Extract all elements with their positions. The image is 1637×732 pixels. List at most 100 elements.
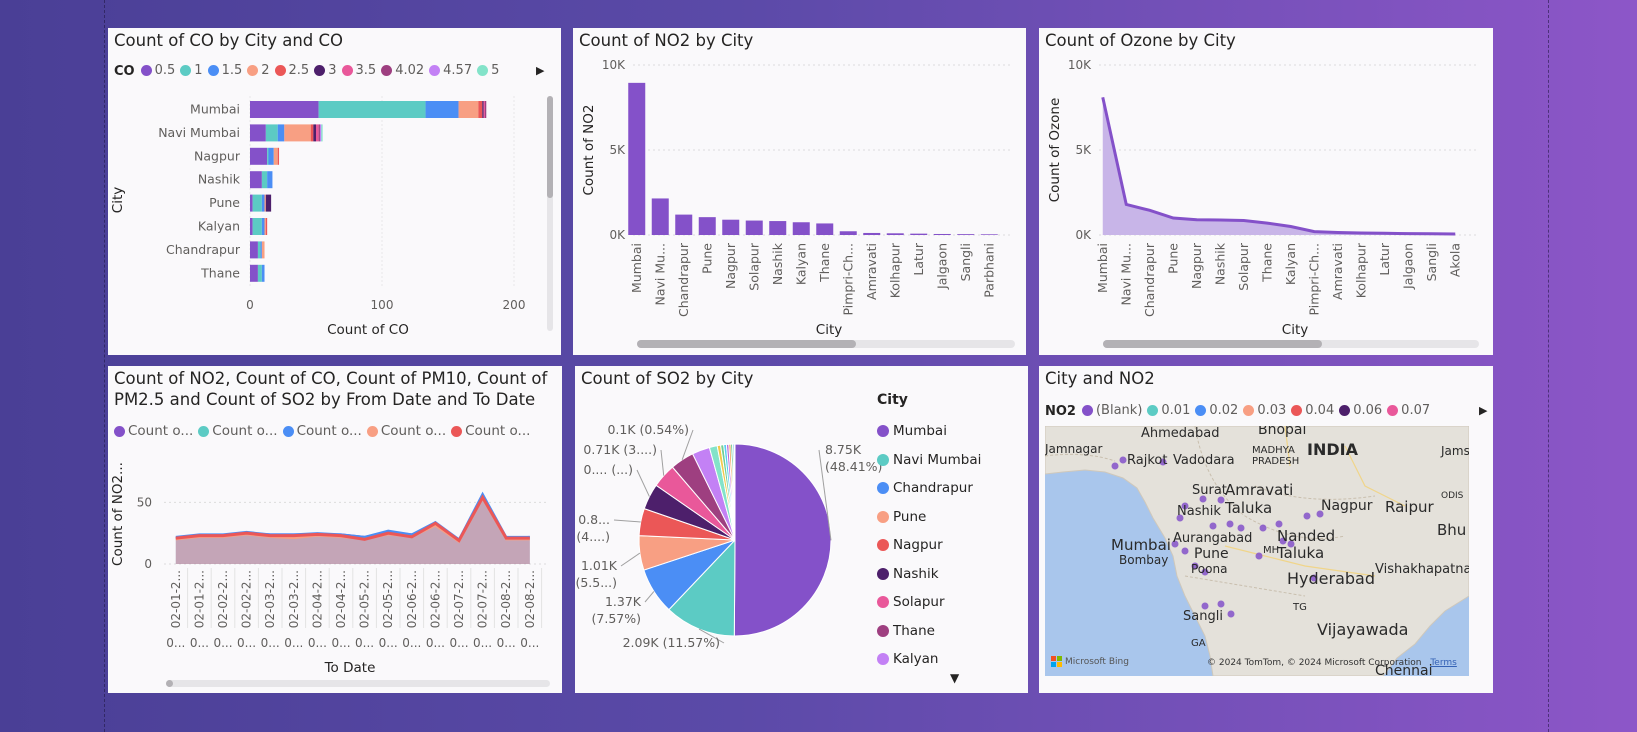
bar-segment[interactable] (267, 147, 269, 165)
legend-item[interactable]: (Blank) (1081, 403, 1142, 418)
legend-item[interactable]: 0.02 (1195, 403, 1238, 418)
legend-item[interactable]: 3.5 (341, 63, 376, 78)
multi-horizontal-scrollbar[interactable] (166, 680, 550, 687)
bar[interactable] (628, 82, 646, 235)
legend-item[interactable]: Mumbai (877, 417, 981, 446)
bar-segment[interactable] (484, 101, 487, 118)
ozone-by-city-visual[interactable]: Count of Ozone by City 0K 5K 10K Mumbai Navi… (1039, 28, 1493, 355)
so2-by-city-visual[interactable]: Count of SO2 by City 8.75K (48.41%) 2.09K … (575, 366, 1028, 693)
map-bubble[interactable] (1226, 520, 1234, 528)
ozone-horizontal-scrollbar[interactable] (1103, 340, 1479, 348)
legend-item[interactable]: 2.5 (274, 63, 309, 78)
co-vertical-scrollbar[interactable] (547, 96, 553, 331)
legend-item[interactable]: 0.5 (140, 63, 175, 78)
bar-segment[interactable] (261, 218, 265, 235)
legend-item[interactable]: Pune (877, 503, 981, 532)
legend-item[interactable]: 5 (477, 63, 499, 78)
bar-segment[interactable] (483, 101, 485, 118)
bar-segment[interactable] (284, 124, 311, 142)
city-no2-map-visual[interactable]: City and NO2 NO2 (Blank) 0.01 0.02 0.03 0.04… (1039, 366, 1493, 693)
map-bubble[interactable] (1181, 547, 1189, 555)
map-bubble[interactable] (1259, 524, 1267, 532)
legend-item[interactable]: Navi Mumbai (877, 446, 981, 475)
bar[interactable] (745, 220, 763, 235)
bar[interactable] (933, 233, 951, 235)
bar-segment[interactable] (268, 147, 274, 165)
bar-segment[interactable] (277, 147, 280, 165)
bar[interactable] (863, 232, 881, 235)
bar[interactable] (651, 198, 669, 235)
bar-segment[interactable] (252, 194, 262, 212)
bar-segment[interactable] (318, 101, 426, 118)
legend-item[interactable]: Nagpur (877, 531, 981, 560)
map-canvas[interactable]: Bhopal Ahmedabad INDIA Jamnagar Rajkot Vadoda… (1045, 426, 1469, 676)
bar[interactable] (722, 219, 740, 235)
bar-segment[interactable] (250, 171, 262, 189)
bar-segment[interactable] (260, 241, 262, 259)
area-line[interactable] (1101, 96, 1456, 236)
bar-segment[interactable] (261, 264, 265, 282)
no2-by-city-visual[interactable]: Count of NO2 by City 0K 5K 10K Mumbai Navi M… (573, 28, 1026, 355)
bar[interactable] (980, 234, 998, 235)
map-bubble[interactable] (1255, 552, 1263, 560)
bar-segment[interactable] (319, 124, 322, 142)
bar-segment[interactable] (264, 218, 266, 235)
bar-segment[interactable] (264, 194, 266, 212)
legend-item[interactable]: 1 (180, 63, 203, 78)
legend-item[interactable]: Solapur (877, 588, 981, 617)
bar-segment[interactable] (310, 124, 314, 142)
scrollbar-thumb[interactable] (637, 340, 856, 348)
bar-segment[interactable] (321, 124, 323, 142)
legend-item[interactable]: 0.03 (1243, 403, 1286, 418)
bar[interactable] (886, 233, 904, 235)
legend-item[interactable]: Nashik (877, 560, 981, 589)
legend-item[interactable]: 2 (247, 63, 270, 78)
bar-segment[interactable] (250, 101, 319, 118)
bar[interactable] (957, 234, 975, 235)
legend-item[interactable]: 0.04 (1291, 403, 1334, 418)
bar-segment[interactable] (252, 218, 262, 235)
bar[interactable] (675, 214, 693, 235)
bar[interactable] (910, 233, 928, 235)
bar[interactable] (839, 231, 857, 235)
co-by-city-visual[interactable]: Count of CO by City and CO CO 0.5 1 1.5 2 2.… (108, 28, 561, 355)
legend-item[interactable]: 0.06 (1339, 403, 1382, 418)
legend-item[interactable]: 4.02 (381, 63, 424, 78)
bar-segment[interactable] (250, 218, 253, 235)
map-bubble[interactable] (1227, 610, 1235, 618)
bar-segment[interactable] (267, 171, 273, 189)
bar-segment[interactable] (261, 194, 265, 212)
scrollbar-thumb[interactable] (166, 680, 173, 687)
bar-segment[interactable] (458, 101, 479, 118)
scrollbar-thumb[interactable] (1103, 340, 1322, 348)
map-bubble[interactable] (1303, 512, 1311, 520)
bar-segment[interactable] (250, 147, 268, 165)
bar-segment[interactable] (257, 264, 262, 282)
legend-next-arrow-icon[interactable]: ▶ (536, 64, 544, 77)
legend-scroll-down-icon[interactable]: ▼ (950, 671, 959, 685)
bar-segment[interactable] (316, 124, 319, 142)
legend-item[interactable]: 3 (314, 63, 337, 78)
terms-link[interactable]: Terms (1430, 658, 1457, 668)
bar-segment[interactable] (265, 194, 272, 212)
bar-segment[interactable] (257, 241, 261, 259)
bar[interactable] (698, 217, 716, 235)
map-bubble[interactable] (1111, 462, 1119, 470)
no2-horizontal-scrollbar[interactable] (637, 340, 1015, 348)
bar-segment[interactable] (478, 101, 483, 118)
pie-slice[interactable] (733, 443, 832, 637)
bar[interactable] (792, 222, 810, 235)
legend-item[interactable]: 0.07 (1387, 403, 1430, 418)
legend-item[interactable]: 1.5 (207, 63, 242, 78)
legend-item[interactable]: 0.01 (1147, 403, 1190, 418)
bar-segment[interactable] (482, 101, 484, 118)
bar-segment[interactable] (265, 218, 268, 235)
legend-item[interactable]: Chandrapur (877, 474, 981, 503)
bar-segment[interactable] (265, 124, 278, 142)
bar-segment[interactable] (250, 241, 258, 259)
legend-item[interactable]: Kalyan (877, 645, 981, 674)
map-bubble[interactable] (1217, 600, 1225, 608)
scrollbar-thumb[interactable] (547, 96, 553, 198)
bar-segment[interactable] (261, 241, 265, 259)
bar-segment[interactable] (277, 124, 285, 142)
